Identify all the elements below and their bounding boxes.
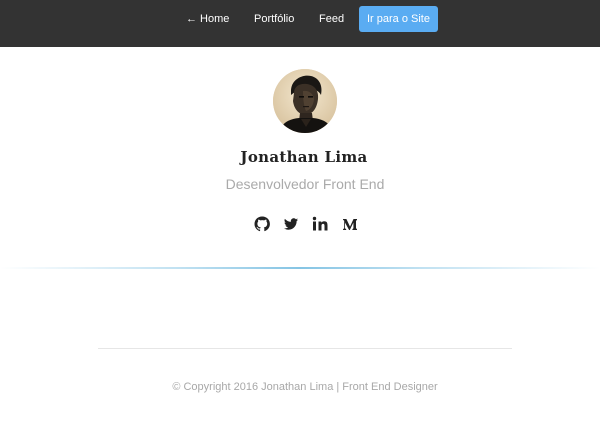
medium-icon[interactable] — [340, 214, 360, 234]
profile-role: Desenvolvedor Front End — [225, 176, 385, 192]
avatar — [273, 69, 337, 133]
nav-feed-link[interactable]: Feed — [319, 6, 344, 32]
twitter-icon[interactable] — [281, 214, 301, 234]
avatar-photo — [273, 69, 337, 133]
footer-divider — [98, 348, 512, 349]
top-navigation-bar: ← Home Portfólio Feed Ir para o Site — [0, 0, 600, 47]
nav-portfolio-link[interactable]: Portfólio — [254, 6, 294, 32]
profile-name: Jonathan Lima — [240, 148, 368, 166]
go-to-site-button[interactable]: Ir para o Site — [359, 6, 438, 32]
github-icon[interactable] — [252, 214, 272, 234]
nav-home-link[interactable]: ← Home — [186, 6, 229, 32]
main-nav: ← Home Portfólio Feed Ir para o Site — [0, 6, 600, 32]
section-divider-glow — [0, 267, 600, 269]
linkedin-icon[interactable] — [310, 214, 330, 234]
social-links — [0, 214, 600, 234]
footer-copyright: © Copyright 2016 Jonathan Lima | Front E… — [172, 381, 438, 393]
